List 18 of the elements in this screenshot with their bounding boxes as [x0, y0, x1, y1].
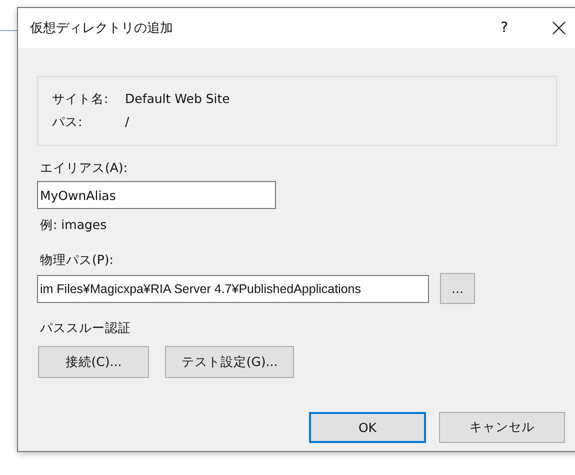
- physical-path-field[interactable]: im Files¥Magicxpa¥RIA Server 4.7¥PublishedApplications: [37, 274, 429, 302]
- alias-field[interactable]: MyOwnAlias: [37, 181, 276, 209]
- info-label: パス:: [52, 114, 84, 131]
- window-title: 仮想ディレクトリの追加: [30, 20, 173, 37]
- cancel-button[interactable]: キャンセル: [439, 412, 565, 443]
- physical-path-label: 物理パス(P):: [40, 252, 115, 269]
- example-text: 例: images: [40, 217, 108, 234]
- help-button[interactable]: ?: [492, 16, 516, 40]
- close-icon: [552, 21, 566, 35]
- pass-through-label: パススルー認証: [40, 320, 132, 337]
- ok-button[interactable]: OK: [309, 412, 426, 443]
- alias-label: エイリアス(A):: [40, 160, 129, 177]
- info-value: /: [125, 114, 130, 131]
- info-label: サイト名:: [52, 91, 110, 108]
- connect-button[interactable]: 接続(C)...: [38, 346, 149, 378]
- info-value: Default Web Site: [125, 91, 230, 108]
- test-settings-button[interactable]: テスト設定(G)...: [165, 346, 294, 378]
- browse-button[interactable]: ...: [440, 273, 475, 304]
